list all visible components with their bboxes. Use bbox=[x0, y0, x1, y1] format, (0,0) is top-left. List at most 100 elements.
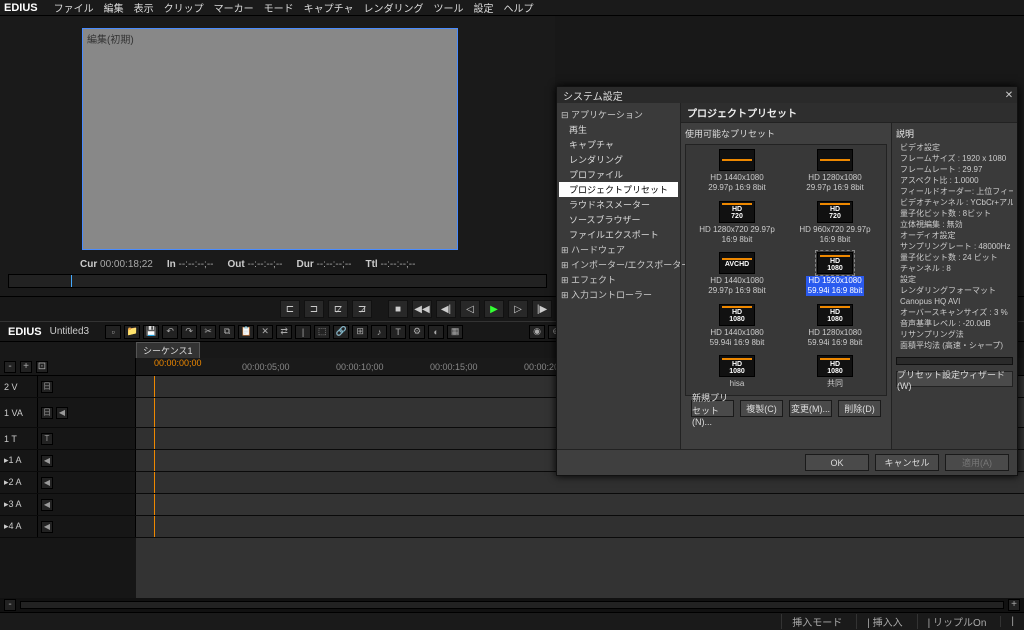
track-row[interactable]: ▸4 A◀ bbox=[0, 516, 1024, 538]
menu-render[interactable]: レンダリング bbox=[364, 0, 424, 15]
track-icon[interactable]: 日 bbox=[41, 381, 53, 393]
btn-delete[interactable]: 削除(D) bbox=[838, 400, 881, 417]
btn-ok[interactable]: OK bbox=[805, 454, 869, 471]
tree-render[interactable]: レンダリング bbox=[559, 152, 678, 167]
tree-source-browser[interactable]: ソースブラウザー bbox=[559, 212, 678, 227]
btn-prev[interactable]: ◀| bbox=[436, 300, 456, 318]
tree-profile[interactable]: プロファイル bbox=[559, 167, 678, 182]
project-name[interactable]: Untitled3 bbox=[50, 326, 89, 337]
menu-mode[interactable]: モード bbox=[264, 0, 294, 15]
btn-preset-wizard[interactable]: プリセット設定ウィザード(W) bbox=[896, 371, 1013, 387]
btn-cancel[interactable]: キャンセル bbox=[875, 454, 939, 471]
tool-title[interactable]: T bbox=[390, 325, 406, 339]
tool-group[interactable]: ⬚ bbox=[314, 325, 330, 339]
tool-a[interactable]: ⊞ bbox=[352, 325, 368, 339]
tc-dur[interactable]: --:--:--;-- bbox=[317, 259, 352, 270]
preset-item[interactable]: HD1080hisa bbox=[692, 353, 782, 393]
btn-duplicate[interactable]: 複製(C) bbox=[740, 400, 783, 417]
tool-undo[interactable]: ↶ bbox=[162, 325, 178, 339]
zoom-fit[interactable]: ⊡ bbox=[36, 361, 48, 373]
tree-capture[interactable]: キャプチャ bbox=[559, 137, 678, 152]
menu-help[interactable]: ヘルプ bbox=[504, 0, 534, 15]
track-body[interactable] bbox=[136, 494, 1024, 515]
track-label[interactable]: ▸3 A bbox=[0, 494, 38, 515]
btn-change[interactable]: 変更(M)... bbox=[789, 400, 832, 417]
menu-settings[interactable]: 設定 bbox=[474, 0, 494, 15]
track-label[interactable]: 2 V bbox=[0, 376, 38, 397]
tree-input-ctrl[interactable]: ⊞ 入力コントローラー bbox=[559, 287, 678, 302]
zoom-in[interactable]: + bbox=[20, 361, 32, 373]
preset-item[interactable]: HD 1440x108029.97p 16:9 8bit bbox=[692, 147, 782, 197]
tc-out[interactable]: --:--:--;-- bbox=[248, 259, 283, 270]
menu-capture[interactable]: キャプチャ bbox=[304, 0, 354, 15]
preset-item[interactable]: HD1080HD 1440x108059.94i 16:9 8bit bbox=[692, 302, 782, 352]
tool-new[interactable]: ▫ bbox=[105, 325, 121, 339]
tc-in[interactable]: --:--:--;-- bbox=[179, 259, 214, 270]
track-label[interactable]: 1 VA bbox=[0, 398, 38, 427]
btn-next[interactable]: |▶ bbox=[532, 300, 552, 318]
preview-viewer[interactable]: 編集(初期) bbox=[82, 28, 458, 250]
tool-d[interactable]: ◐ bbox=[428, 325, 444, 339]
tool-copy[interactable]: ⧉ bbox=[219, 325, 235, 339]
zoom-out[interactable]: - bbox=[4, 361, 16, 373]
tool-c[interactable]: ⚙ bbox=[409, 325, 425, 339]
tool-paste[interactable]: 📋 bbox=[238, 325, 254, 339]
preset-item[interactable]: HD1080HD 1280x108059.94i 16:9 8bit bbox=[790, 302, 880, 352]
track-icon[interactable]: 日 bbox=[41, 407, 53, 419]
preset-item[interactable]: HD720HD 1280x720 29.97p16:9 8bit bbox=[692, 199, 782, 249]
btn-play[interactable]: ▶ bbox=[484, 300, 504, 318]
tool-del[interactable]: ✕ bbox=[257, 325, 273, 339]
tree-file-export[interactable]: ファイルエクスポート bbox=[559, 227, 678, 242]
preset-item[interactable]: HD720HD 960x720 29.97p16:9 8bit bbox=[790, 199, 880, 249]
tree-playback[interactable]: 再生 bbox=[559, 122, 678, 137]
menu-tool[interactable]: ツール bbox=[434, 0, 464, 15]
tree-app[interactable]: ⊟ アプリケーション bbox=[559, 107, 678, 122]
tool-e[interactable]: ▦ bbox=[447, 325, 463, 339]
track-row[interactable]: ▸3 A◀ bbox=[0, 494, 1024, 516]
btn-rew[interactable]: ◀◀ bbox=[412, 300, 432, 318]
tool-open[interactable]: 📁 bbox=[124, 325, 140, 339]
tool-f[interactable]: ◉ bbox=[529, 325, 545, 339]
tool-redo[interactable]: ↷ bbox=[181, 325, 197, 339]
track-label[interactable]: ▸1 A bbox=[0, 450, 38, 471]
track-icon[interactable]: ◀ bbox=[41, 455, 53, 467]
btn-set-out[interactable]: ⊐ bbox=[304, 300, 324, 318]
btn-apply[interactable]: 適用(A) bbox=[945, 454, 1009, 471]
dialog-titlebar[interactable]: システム設定 ✕ bbox=[557, 87, 1017, 103]
tree-project-preset[interactable]: プロジェクトプリセット bbox=[559, 182, 678, 197]
track-label[interactable]: ▸4 A bbox=[0, 516, 38, 537]
track-icon[interactable]: ◀ bbox=[41, 499, 53, 511]
tool-save[interactable]: 💾 bbox=[143, 325, 159, 339]
btn-stop[interactable]: ■ bbox=[388, 300, 408, 318]
btn-set-in[interactable]: ⊏ bbox=[280, 300, 300, 318]
menu-clip[interactable]: クリップ bbox=[164, 0, 204, 15]
tool-ripple[interactable]: ⇄ bbox=[276, 325, 292, 339]
preset-item[interactable]: HD1080HD 1920x108059.94i 16:9 8bit bbox=[790, 250, 880, 300]
tool-link[interactable]: 🔗 bbox=[333, 325, 349, 339]
tree-effect[interactable]: ⊞ エフェクト bbox=[559, 272, 678, 287]
track-label[interactable]: ▸2 A bbox=[0, 472, 38, 493]
track-icon[interactable]: ◀ bbox=[41, 521, 53, 533]
close-icon[interactable]: ✕ bbox=[1001, 90, 1017, 101]
desc-hscroll[interactable] bbox=[896, 357, 1013, 365]
preset-item[interactable]: AVCHDHD 1440x108029.97p 16:9 8bit bbox=[692, 250, 782, 300]
scrub-bar[interactable] bbox=[8, 274, 547, 288]
tool-split[interactable]: | bbox=[295, 325, 311, 339]
menu-edit[interactable]: 編集 bbox=[104, 0, 124, 15]
tool-b[interactable]: ♪ bbox=[371, 325, 387, 339]
btn-back[interactable]: ◁ bbox=[460, 300, 480, 318]
btn-del-out[interactable]: ⊐̷ bbox=[352, 300, 372, 318]
tree-hardware[interactable]: ⊞ ハードウェア bbox=[559, 242, 678, 257]
tree-loudness[interactable]: ラウドネスメーター bbox=[559, 197, 678, 212]
hscroll-zoom-in[interactable]: + bbox=[1008, 599, 1020, 611]
btn-fwd[interactable]: ▷ bbox=[508, 300, 528, 318]
track-label[interactable]: 1 T bbox=[0, 428, 38, 449]
menu-marker[interactable]: マーカー bbox=[214, 0, 254, 15]
tc-cur[interactable]: 00:00:18;22 bbox=[100, 259, 153, 270]
menu-view[interactable]: 表示 bbox=[134, 0, 154, 15]
track-icon[interactable]: T bbox=[41, 433, 53, 445]
hscroll-bar[interactable] bbox=[20, 601, 1004, 609]
btn-new-preset[interactable]: 新規プリセット(N)... bbox=[691, 400, 734, 417]
track-icon[interactable]: ◀ bbox=[56, 407, 68, 419]
tc-ttl[interactable]: --:--:--;-- bbox=[380, 259, 415, 270]
